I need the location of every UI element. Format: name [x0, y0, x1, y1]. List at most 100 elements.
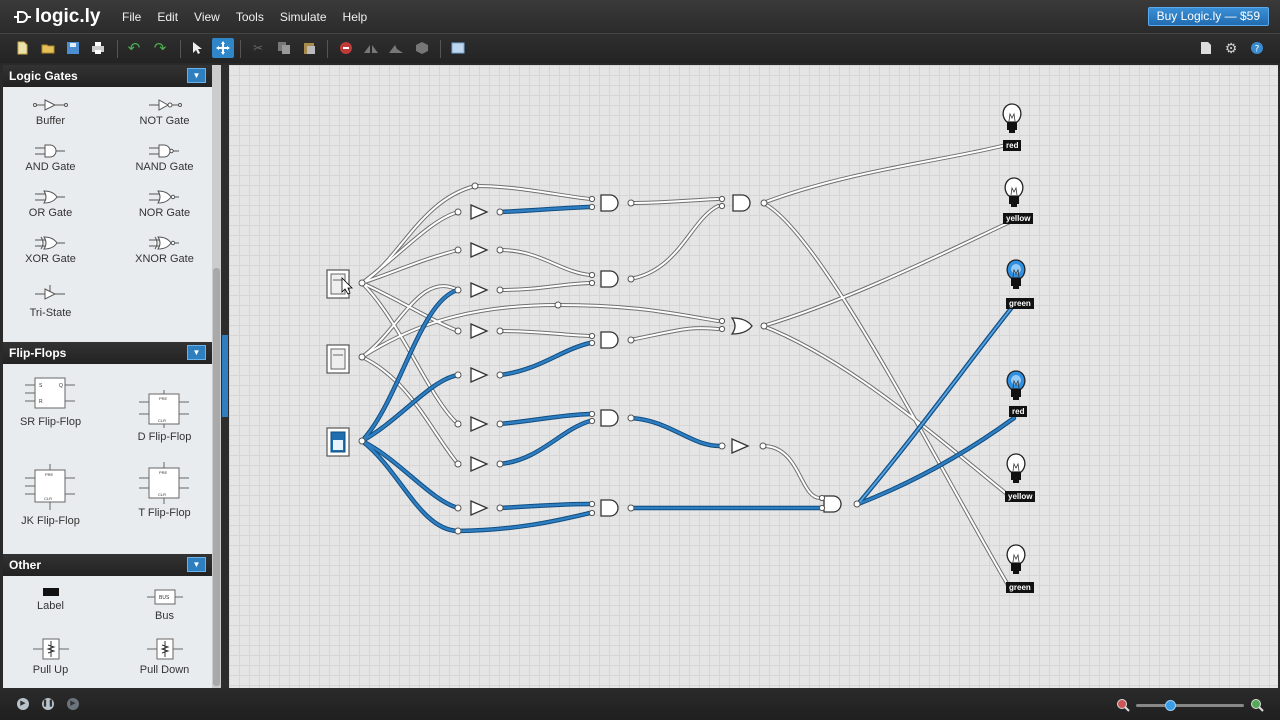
svg-text:CLR: CLR	[158, 492, 166, 497]
switch-c[interactable]	[326, 427, 350, 457]
collapse-toggle-icon[interactable]: ▼	[187, 557, 206, 572]
pull-down-icon	[146, 638, 183, 660]
svg-text:BUS: BUS	[159, 595, 170, 601]
collapse-toggle-icon[interactable]: ▼	[187, 345, 206, 360]
select-icon[interactable]	[188, 39, 206, 57]
circuit-diagram	[326, 103, 1026, 587]
palette-or-gate[interactable]: OR Gate	[3, 190, 98, 219]
svg-text:?: ?	[1255, 45, 1260, 55]
step-icon[interactable]: ▶	[67, 698, 79, 710]
circuit-canvas[interactable]: red yellow green red yellow green	[229, 65, 1278, 688]
palette-label: XOR Gate	[25, 253, 76, 265]
palette-t-flip-flop[interactable]: PRE CLR T Flip-Flop	[117, 462, 212, 519]
palette-label: JK Flip-Flop	[21, 515, 80, 527]
switch-b[interactable]	[326, 344, 350, 374]
lamp-green-2[interactable]	[1006, 544, 1026, 574]
palette-xor-gate[interactable]: XOR Gate	[3, 236, 98, 265]
delete-icon[interactable]	[337, 39, 355, 57]
lamp-yellow-2[interactable]	[1006, 453, 1026, 483]
palette-jk-flip-flop[interactable]: PRE CLR JK Flip-Flop	[3, 462, 98, 527]
active-wires	[359, 204, 1017, 534]
zoom-slider-thumb[interactable]	[1165, 700, 1177, 711]
component-library: Logic Gates ▼ Buffer NOT Gate AND Gate N…	[3, 65, 212, 688]
section-title: Flip-Flops	[9, 346, 67, 360]
palette-buffer[interactable]: Buffer	[3, 98, 98, 127]
logo-icon	[14, 10, 31, 23]
lamp-label-red-1: red	[1003, 140, 1022, 151]
redo-icon[interactable]: ↷	[151, 39, 169, 57]
nor-gate-icon	[148, 190, 179, 204]
menu-edit[interactable]: Edit	[157, 10, 192, 24]
lamp-label-yellow-1: yellow	[1003, 213, 1034, 224]
rotate-icon[interactable]	[387, 39, 405, 57]
section-logic-gates[interactable]: Logic Gates ▼	[3, 65, 212, 87]
collapse-handle[interactable]	[222, 335, 228, 417]
palette-xnor-gate[interactable]: XNOR Gate	[117, 236, 212, 265]
sidebar-scroll-thumb[interactable]	[213, 268, 220, 686]
new-icon[interactable]	[13, 39, 31, 57]
play-icon[interactable]: ▶	[17, 698, 29, 710]
pull-up-icon	[32, 638, 69, 660]
menu-file[interactable]: File	[122, 10, 155, 24]
bus-icon: BUS	[146, 589, 183, 605]
zoom-out-icon[interactable]	[1116, 698, 1130, 712]
cut-icon[interactable]: ✂	[249, 39, 267, 57]
collapse-toggle-icon[interactable]: ▼	[187, 68, 206, 83]
palette-not-gate[interactable]: NOT Gate	[117, 98, 212, 127]
section-flip-flops[interactable]: Flip-Flops ▼	[3, 342, 212, 364]
palette-label: XNOR Gate	[135, 253, 194, 265]
buy-button[interactable]: Buy Logic.ly — $59	[1147, 7, 1269, 26]
palette-label: Pull Up	[32, 664, 69, 676]
zoom-slider[interactable]	[1136, 700, 1244, 711]
lamp-green-1[interactable]	[1006, 259, 1026, 289]
properties-icon[interactable]	[449, 39, 467, 57]
pan-icon[interactable]	[212, 38, 234, 58]
help-icon[interactable]: ?	[1248, 39, 1266, 57]
toolbar-separator	[440, 40, 441, 58]
lamp-red-1[interactable]	[1002, 103, 1022, 133]
lamp-red-2[interactable]	[1006, 370, 1026, 400]
paste-icon[interactable]	[300, 39, 318, 57]
palette-nor-gate[interactable]: NOR Gate	[117, 190, 212, 219]
section-other[interactable]: Other ▼	[3, 554, 212, 576]
svg-text:CLR: CLR	[158, 418, 166, 423]
toolbar-separator	[240, 40, 241, 58]
and-gate-icon	[34, 144, 65, 158]
document-icon[interactable]	[1197, 39, 1215, 57]
palette-label: Tri-State	[29, 307, 72, 319]
zoom-in-icon[interactable]	[1250, 698, 1264, 712]
palette-sr-flip-flop[interactable]: SRQ SR Flip-Flop	[3, 375, 98, 428]
menu-simulate[interactable]: Simulate	[280, 10, 341, 24]
save-icon[interactable]	[64, 39, 82, 57]
copy-icon[interactable]	[275, 39, 293, 57]
tri-state-icon	[34, 285, 65, 300]
print-icon[interactable]	[89, 39, 107, 57]
palette-nand-gate[interactable]: NAND Gate	[117, 144, 212, 173]
palette-d-flip-flop[interactable]: PRE CLR D Flip-Flop	[117, 390, 212, 443]
palette-bus[interactable]: BUS Bus	[117, 587, 212, 622]
gear-icon[interactable]: ⚙	[1222, 39, 1240, 57]
palette-pull-up[interactable]: Pull Up	[3, 637, 98, 676]
pause-icon[interactable]: ❚❚	[42, 698, 54, 710]
palette-tri-state[interactable]: Tri-State	[3, 284, 98, 319]
menu-tools[interactable]: Tools	[236, 10, 278, 24]
lamp-label-green-1: green	[1006, 298, 1034, 309]
palette-label: Bus	[155, 610, 174, 622]
status-bar: ▶ ❚❚ ▶	[0, 688, 1280, 720]
palette-label-component[interactable]: Label	[3, 587, 98, 612]
or-gate[interactable]	[731, 317, 753, 335]
palette-label: T Flip-Flop	[138, 507, 191, 519]
palette-pull-down[interactable]: Pull Down	[117, 637, 212, 676]
lamp-yellow-1[interactable]	[1004, 177, 1024, 207]
undo-icon[interactable]: ↶	[125, 39, 143, 57]
menu-help[interactable]: Help	[343, 10, 382, 24]
palette-and-gate[interactable]: AND Gate	[3, 144, 98, 173]
palette-label: AND Gate	[25, 161, 76, 173]
flip-icon[interactable]	[362, 39, 380, 57]
switch-a[interactable]	[326, 269, 353, 299]
svg-text:R: R	[39, 399, 43, 405]
buffer-gate-icon	[32, 99, 68, 111]
menu-view[interactable]: View	[194, 10, 234, 24]
open-icon[interactable]	[39, 39, 57, 57]
group-icon[interactable]	[413, 39, 431, 57]
